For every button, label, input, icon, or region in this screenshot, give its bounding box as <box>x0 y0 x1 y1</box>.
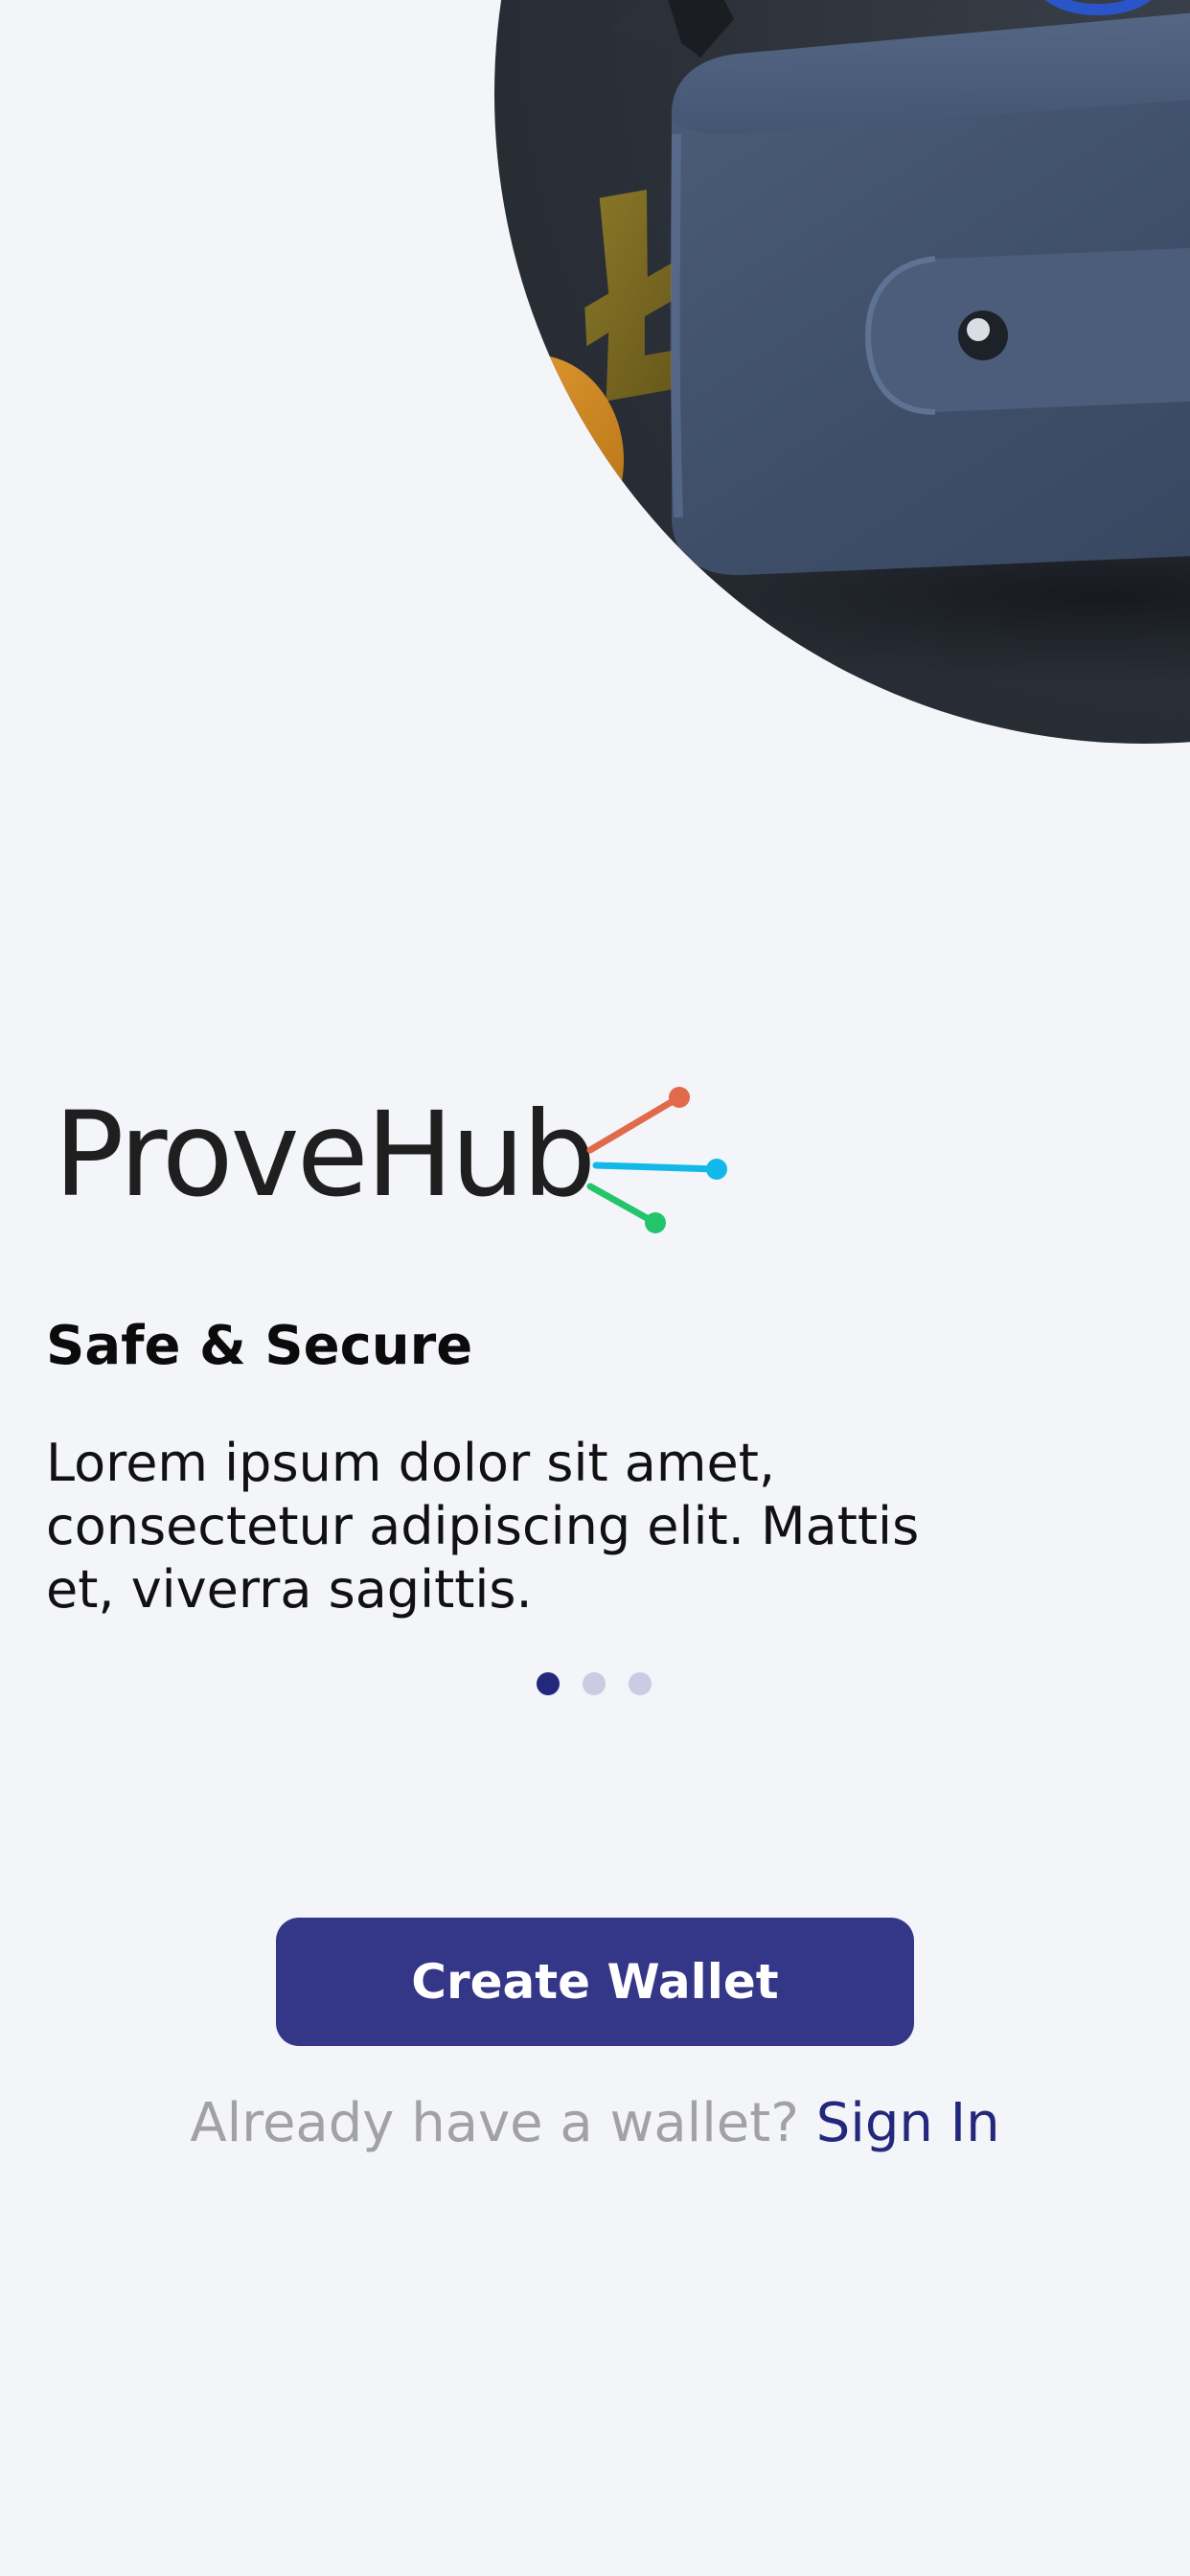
wallet-illustration <box>494 0 1190 744</box>
network-nodes-icon <box>586 1087 727 1233</box>
page-dot-3[interactable] <box>629 1672 652 1695</box>
signin-prompt: Already have a wallet? <box>190 2092 816 2154</box>
onboarding-description: Lorem ipsum dolor sit amet, consectetur … <box>46 1433 920 1620</box>
page-indicator <box>537 1672 652 1695</box>
page-dot-2[interactable] <box>583 1672 606 1695</box>
onboarding-title: Safe & Secure <box>46 1315 473 1377</box>
signin-row: Already have a wallet? Sign In <box>0 2089 1190 2158</box>
wallet-illustration-graphic <box>494 0 1190 680</box>
signin-link[interactable]: Sign In <box>816 2092 1000 2154</box>
brand-logo: ProveHub <box>54 1083 727 1246</box>
page-dot-1[interactable] <box>537 1672 560 1695</box>
onboarding-screen: ProveHub Safe & Secure Lorem ipsum dolor… <box>0 0 1190 2576</box>
brand-name: ProveHub <box>54 1087 596 1223</box>
create-wallet-button[interactable]: Create Wallet <box>276 1918 914 2046</box>
